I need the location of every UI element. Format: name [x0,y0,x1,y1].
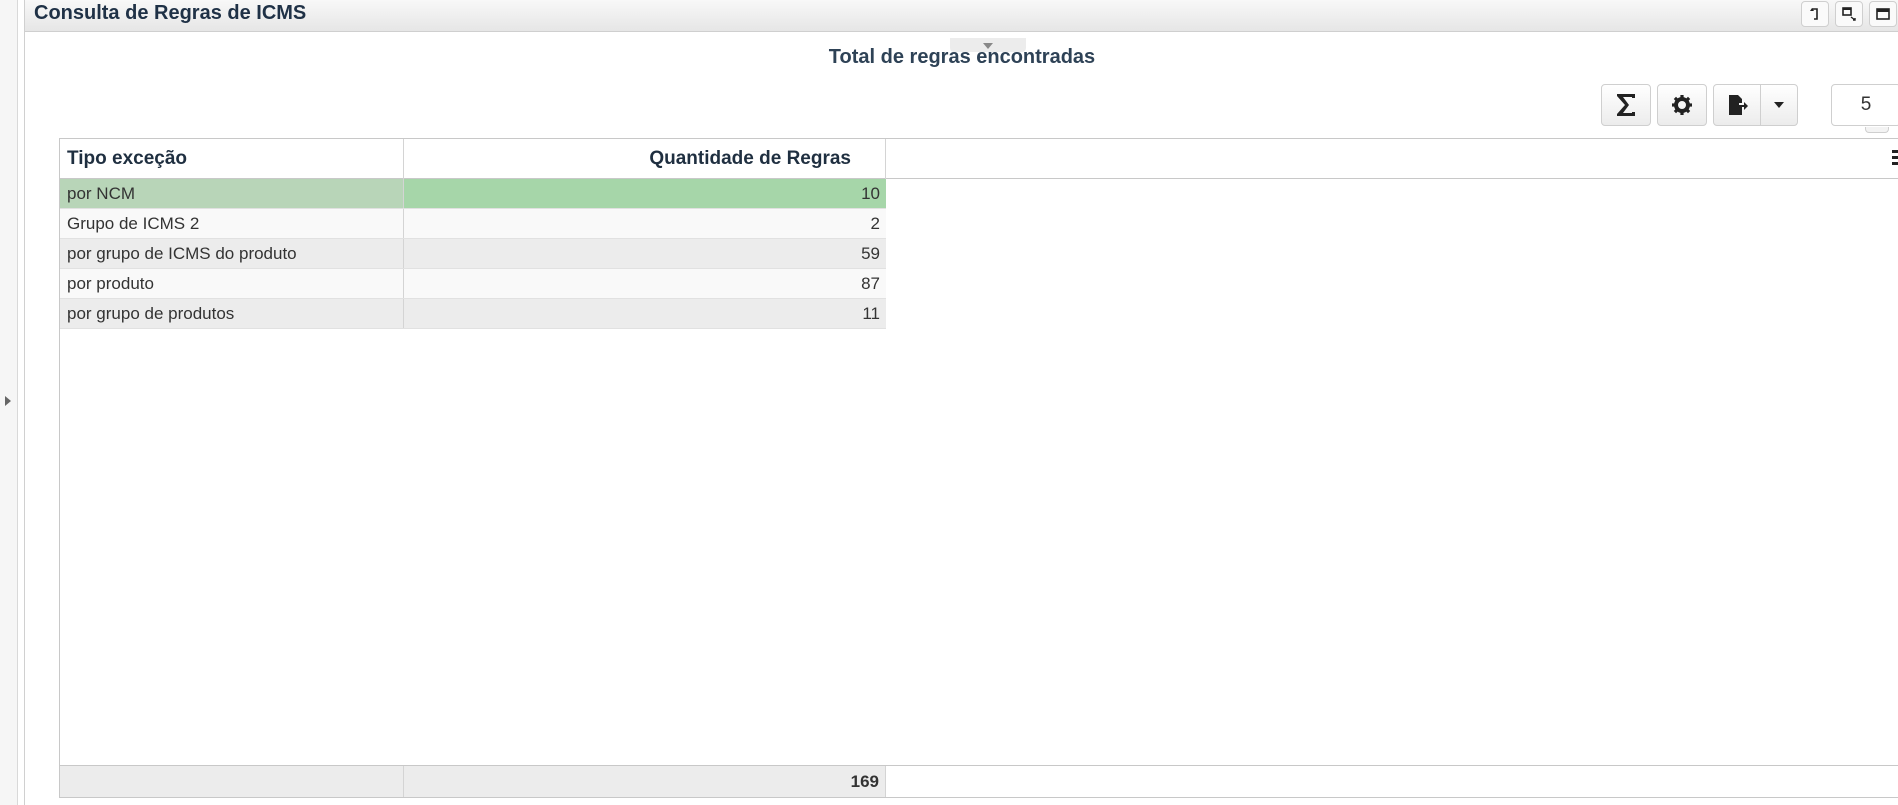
maximize-button[interactable] [1869,1,1897,27]
page-size-input[interactable]: 5 [1831,84,1898,126]
icms-rules-panel: Consulta de Regras de ICMS Total de regr… [24,0,1898,805]
gear-icon [1672,95,1692,115]
caret-down-icon [1774,102,1784,108]
table-row[interactable]: por grupo de ICMS do produto 59 [60,239,886,269]
grid-header: Tipo exceção Quantidade de Regras [60,139,1898,179]
undo-button[interactable] [1801,1,1829,27]
cell-quantidade: 87 [861,274,880,293]
cell-tipo: por grupo de ICMS do produto [60,239,404,268]
total-quantidade: 169 [404,766,886,797]
column-header-tipo[interactable]: Tipo exceção [60,139,404,179]
cell-quantidade: 59 [861,244,880,263]
column-menu-icon[interactable] [1892,150,1898,168]
restore-window-icon [1842,7,1856,21]
table-row[interactable]: Grupo de ICMS 2 2 [60,209,886,239]
undo-icon [1810,8,1818,20]
cell-tipo: por NCM [60,179,404,208]
restore-window-button[interactable] [1835,1,1863,27]
maximize-icon [1876,8,1890,20]
table-row[interactable]: por grupo de produtos 11 [60,299,886,329]
table-row[interactable]: por NCM 10 [60,179,886,209]
cell-tipo: por grupo de produtos [60,299,404,328]
grid-footer: 169 [60,765,1898,797]
export-button[interactable] [1713,84,1761,126]
left-collapse-strip[interactable] [0,0,18,805]
cell-tipo: por produto [60,269,404,298]
rules-grid: Tipo exceção Quantidade de Regras por NC… [59,138,1898,798]
expand-arrow-icon[interactable] [5,396,11,406]
column-header-quantidade[interactable]: Quantidade de Regras [404,139,886,179]
collapse-grip[interactable] [950,38,1026,52]
export-dropdown-button[interactable] [1760,84,1798,126]
cell-quantidade: 2 [870,214,880,233]
sum-button[interactable] [1601,84,1651,126]
export-file-icon [1729,95,1748,115]
cell-tipo: Grupo de ICMS 2 [60,209,404,238]
caret-down-icon [983,43,993,49]
table-row[interactable]: por produto 87 [60,269,886,299]
settings-button[interactable] [1657,84,1707,126]
panel-header: Consulta de Regras de ICMS [25,0,1898,32]
cell-quantidade: 10 [404,179,886,208]
cell-quantidade: 11 [862,304,880,323]
footer-empty-cell [60,766,404,797]
sigma-icon [1617,94,1635,116]
panel-title: Consulta de Regras de ICMS [34,2,307,24]
page-size-handle[interactable] [1865,127,1889,133]
